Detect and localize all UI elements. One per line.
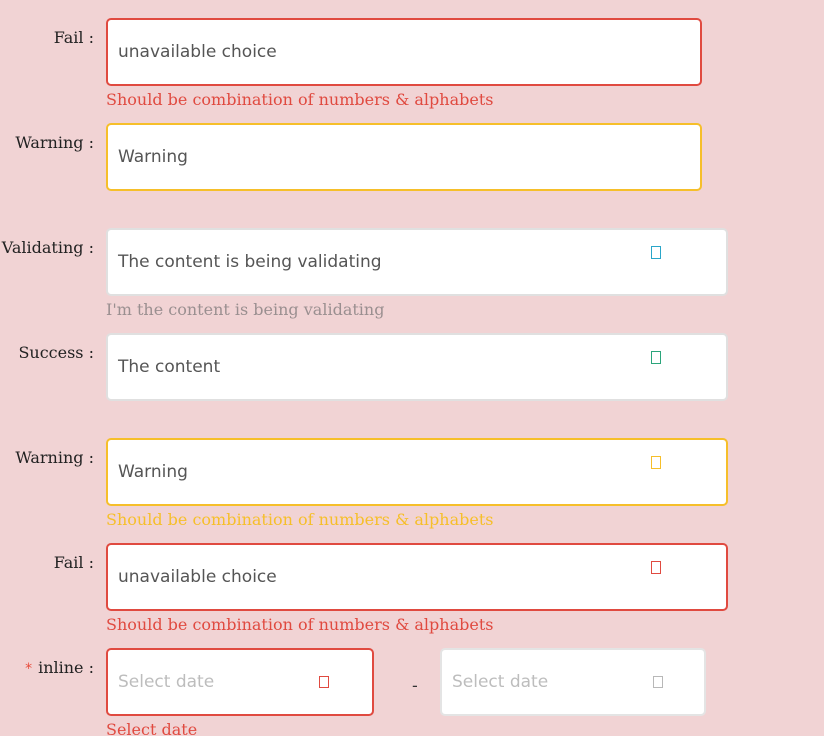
input-value: Warning — [118, 147, 188, 167]
warning-feedback-input[interactable]: Warning — [106, 438, 728, 506]
input-value: Warning — [118, 462, 188, 482]
success-input[interactable]: The content — [106, 333, 728, 401]
end-date-placeholder: Select date — [452, 672, 549, 692]
validation-form: Fail : unavailable choice Should be comb… — [0, 0, 824, 736]
error-icon — [651, 561, 661, 574]
calendar-icon — [653, 676, 663, 688]
validating-help-text: I'm the content is being validating — [106, 300, 385, 319]
fail-input[interactable]: unavailable choice — [106, 18, 702, 86]
calendar-icon — [319, 676, 329, 688]
warning-help-text: Should be combination of numbers & alpha… — [106, 510, 494, 529]
input-value: unavailable choice — [118, 42, 277, 62]
field-label: Warning : — [15, 448, 94, 467]
inline-label-text: inline : — [38, 658, 94, 677]
date-error-text: Select date — [106, 720, 198, 736]
field-label: Validating : — [1, 238, 94, 257]
input-value: The content — [118, 357, 221, 377]
validating-icon — [651, 246, 661, 259]
start-date-placeholder: Select date — [118, 672, 215, 692]
field-label: Warning : — [15, 133, 94, 152]
input-value: unavailable choice — [118, 567, 277, 587]
error-help-text: Should be combination of numbers & alpha… — [106, 90, 494, 109]
success-icon — [651, 351, 661, 364]
start-date-picker[interactable]: Select date — [106, 648, 374, 716]
field-label: Fail : — [53, 28, 94, 47]
end-date-picker[interactable]: Select date — [440, 648, 706, 716]
required-mark: * — [25, 661, 33, 677]
error-help-text: Should be combination of numbers & alpha… — [106, 615, 494, 634]
validating-input[interactable]: The content is being validating — [106, 228, 728, 296]
input-value: The content is being validating — [118, 252, 382, 272]
fail-feedback-input[interactable]: unavailable choice — [106, 543, 728, 611]
field-label: * inline : — [25, 658, 94, 677]
field-label: Fail : — [53, 553, 94, 572]
warning-input[interactable]: Warning — [106, 123, 702, 191]
field-label: Success : — [18, 343, 94, 362]
warning-icon — [651, 456, 661, 469]
date-separator: - — [412, 676, 418, 695]
